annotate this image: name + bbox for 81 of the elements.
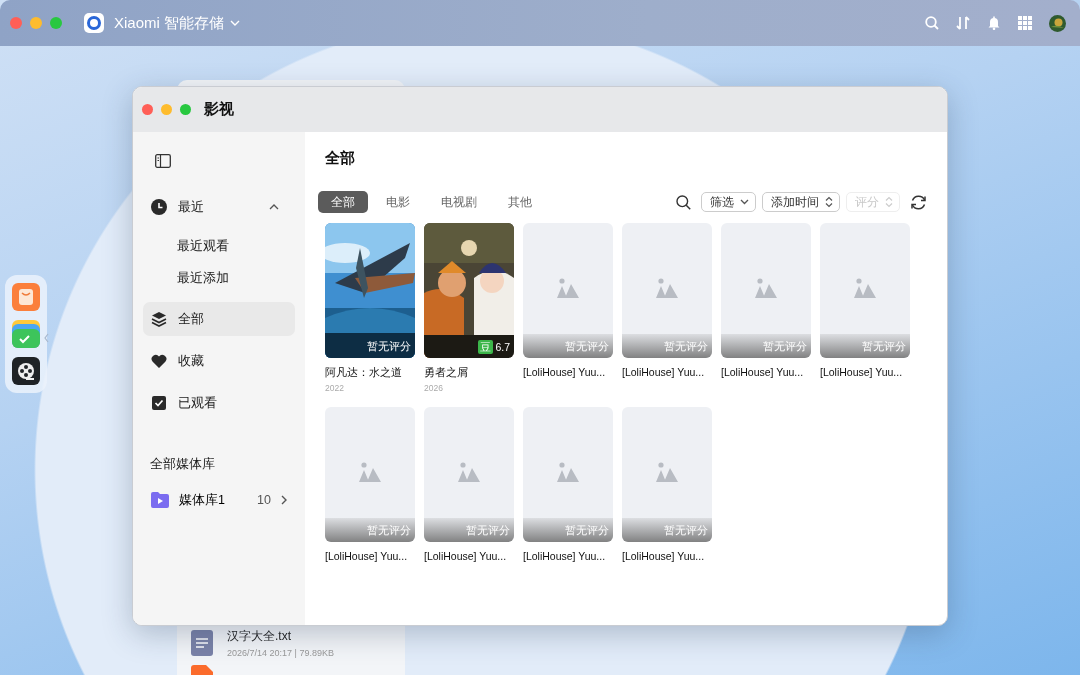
rating-text: 暂无评分 — [862, 340, 906, 354]
rating-text: 暂无评分 — [763, 340, 807, 354]
section-title: 全部媒体库 — [150, 456, 216, 473]
media-title[interactable]: [LoliHouse] Yuu... — [622, 366, 712, 378]
sort-arrows-icon — [885, 196, 893, 208]
sidebar-item[interactable]: 最近 — [143, 190, 295, 224]
app-grid-icon[interactable] — [1018, 16, 1032, 30]
release-year: 2026 — [424, 383, 444, 393]
transfer-arrows-icon[interactable] — [956, 16, 970, 30]
image-placeholder-icon — [458, 462, 480, 482]
minimize-button[interactable] — [161, 104, 172, 115]
close-button[interactable] — [142, 104, 153, 115]
sidebar-item[interactable]: 全部 — [143, 302, 295, 336]
rating-text: 暂无评分 — [664, 524, 708, 538]
image-placeholder-icon — [359, 462, 381, 482]
rating-text: 暂无评分 — [565, 340, 609, 354]
image-placeholder-icon — [557, 278, 579, 298]
chevron-down-icon[interactable] — [230, 20, 241, 26]
media-title[interactable]: [LoliHouse] Yuu... — [721, 366, 811, 378]
filter-dropdown[interactable]: 筛选 — [701, 192, 756, 212]
clock-icon — [151, 199, 167, 215]
poster-cover[interactable]: 暂无评分 — [325, 223, 415, 358]
file-name[interactable]: 汉字大全.txt — [227, 628, 334, 645]
checkbox-icon — [151, 395, 167, 411]
close-button[interactable] — [10, 17, 22, 29]
rating-text: 暂无评分 — [565, 524, 609, 538]
search-icon[interactable] — [676, 194, 691, 210]
sort-arrows-icon — [825, 196, 833, 208]
bell-icon[interactable] — [987, 16, 1001, 30]
sort-button[interactable]: 添加时间 — [762, 192, 840, 212]
image-placeholder-icon — [557, 462, 579, 482]
poster-cover[interactable]: 豆 6.7 — [424, 223, 514, 358]
rating-text: 暂无评分 — [664, 340, 708, 354]
media-title[interactable]: [LoliHouse] Yuu... — [820, 366, 910, 378]
page-heading: 全部 — [325, 148, 356, 168]
sidebar-item[interactable]: 收藏 — [143, 344, 295, 378]
film-reel-app-icon[interactable] — [12, 357, 40, 385]
category-tab[interactable]: 电视剧 — [428, 191, 490, 213]
category-tab[interactable]: 全部 — [318, 191, 368, 213]
shopping-bag-app-icon[interactable] — [12, 283, 40, 311]
document-icon — [191, 630, 213, 656]
maximize-button[interactable] — [180, 104, 191, 115]
chevron-down-icon — [740, 199, 749, 205]
maximize-button[interactable] — [50, 17, 62, 29]
media-title[interactable]: [LoliHouse] Yuu... — [523, 366, 613, 378]
image-placeholder-icon — [656, 278, 678, 298]
image-placeholder-icon — [755, 278, 777, 298]
rating-text: 暂无评分 — [466, 524, 510, 538]
wallet-check-app-icon[interactable] — [12, 320, 40, 348]
media-title[interactable]: 阿凡达：水之道 — [325, 366, 415, 380]
rating-source-badge: 豆 — [478, 340, 494, 354]
video-folder-icon — [151, 492, 169, 508]
media-title[interactable]: [LoliHouse] Yuu... — [424, 550, 514, 562]
minimize-button[interactable] — [30, 17, 42, 29]
sidebar-subitem[interactable]: 最近添加 — [143, 262, 295, 294]
chevron-right-icon — [281, 495, 287, 505]
sidebar-subitem[interactable]: 最近观看 — [143, 230, 295, 262]
library-item[interactable]: 媒体库1 10 — [143, 483, 295, 517]
release-year: 2022 — [325, 383, 345, 393]
sidebar-toggle-icon[interactable] — [155, 154, 171, 168]
refresh-icon[interactable] — [910, 193, 927, 211]
app-logo-icon — [84, 13, 104, 33]
image-placeholder-icon — [656, 462, 678, 482]
heart-icon — [151, 353, 167, 369]
category-tab[interactable]: 其他 — [495, 191, 545, 213]
rating-text: 6.7 — [495, 341, 510, 353]
rating-text: 暂无评分 — [367, 524, 411, 538]
chevron-up-icon[interactable] — [269, 204, 279, 210]
media-title[interactable]: [LoliHouse] Yuu... — [622, 550, 712, 562]
sidebar-item[interactable]: 已观看 — [143, 386, 295, 420]
media-title[interactable]: 勇者之屑 — [424, 366, 514, 380]
window-title: 影视 — [204, 100, 234, 119]
image-placeholder-icon — [854, 278, 876, 298]
layers-icon — [151, 311, 167, 327]
media-title[interactable]: [LoliHouse] Yuu... — [523, 550, 613, 562]
rating-text: 暂无评分 — [367, 340, 411, 354]
category-tab[interactable]: 电影 — [373, 191, 423, 213]
media-title[interactable]: [LoliHouse] Yuu... — [325, 550, 415, 562]
chevron-left-icon[interactable] — [44, 333, 49, 343]
file-meta: 2026/7/14 20:17 | 79.89KB — [227, 648, 334, 658]
document-icon — [191, 665, 213, 675]
